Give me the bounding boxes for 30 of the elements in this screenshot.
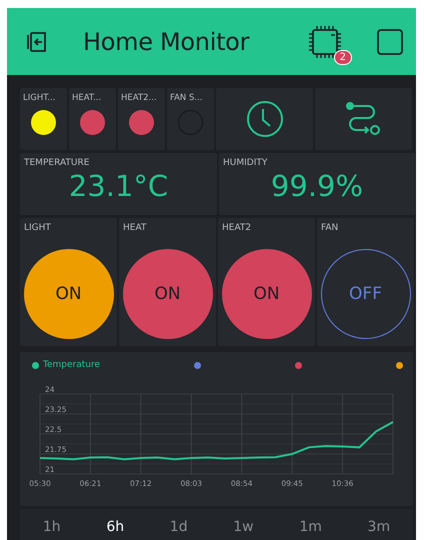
timer-widget[interactable] [216,88,313,150]
range-tab[interactable]: 1h [36,515,67,539]
toggle-button[interactable]: ON [122,249,212,339]
range-tab[interactable]: 6h [100,515,130,539]
button-label: HEAT2 [222,223,252,233]
toggle-button[interactable]: ON [24,249,114,339]
notification-badge: 2 [334,50,352,64]
eventor-widget[interactable] [315,88,412,150]
range-tab[interactable]: 3m [362,515,396,539]
toggle-button[interactable]: ON [222,249,312,339]
led-label: HEAT2... [121,93,158,103]
app-title: Home Monitor [83,28,250,56]
square-icon[interactable] [376,28,404,56]
range-tab[interactable]: 1d [164,515,194,539]
led-label: FAN S... [170,93,204,103]
legend-label: Temperature [43,360,100,370]
toggle-button[interactable]: OFF [320,249,410,339]
button-label: FAN [321,223,338,233]
button-label: HEAT [123,223,146,233]
display-value: 23.1°C [68,169,170,203]
led-label: HEAT... [72,93,102,103]
range-tab[interactable]: 1m [293,515,328,539]
display-label: HUMIDITY [223,158,268,168]
display-label: TEMPERATURE [24,158,90,168]
led-label: LIGHT... [23,93,57,103]
range-tab[interactable]: 1w [227,515,260,539]
clock-icon [246,100,284,138]
flow-icon [346,102,382,136]
display-value: 99.9% [270,169,364,203]
button-label: LIGHT [24,223,51,233]
